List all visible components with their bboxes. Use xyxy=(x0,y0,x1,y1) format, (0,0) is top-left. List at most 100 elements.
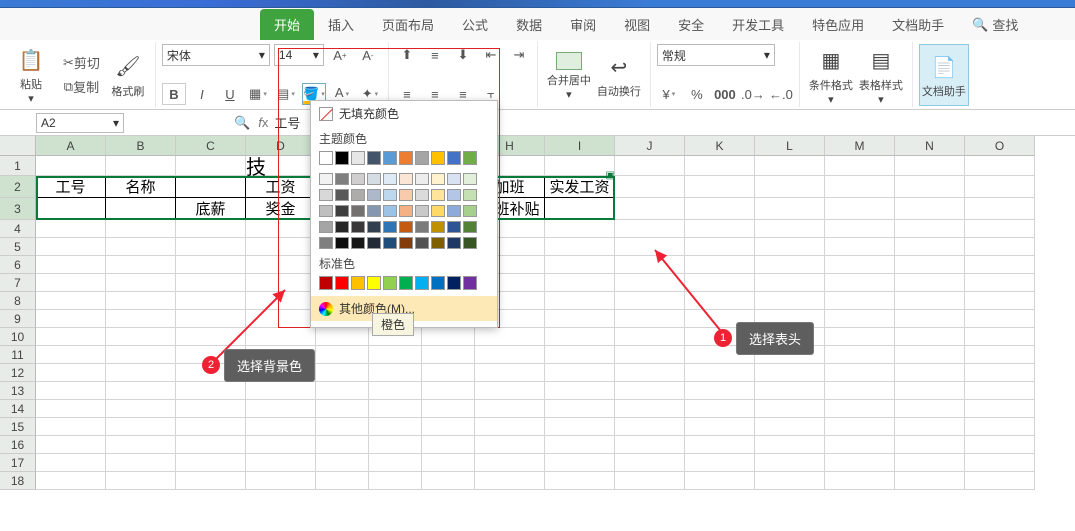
color-swatch[interactable] xyxy=(431,221,445,233)
cell[interactable] xyxy=(895,472,965,490)
cell[interactable]: 工号 xyxy=(36,176,106,198)
cell[interactable] xyxy=(545,238,615,256)
cell[interactable] xyxy=(895,156,965,176)
cell[interactable] xyxy=(316,364,369,382)
cell[interactable] xyxy=(615,436,685,454)
cell[interactable] xyxy=(965,400,1035,418)
color-swatch[interactable] xyxy=(319,151,333,165)
cell[interactable] xyxy=(176,310,246,328)
cell[interactable] xyxy=(825,274,895,292)
color-swatch[interactable] xyxy=(447,237,461,249)
grid-body[interactable]: 1技2工号名称工资加班实发工资3底薪奖金早退加班补贴45678910111213… xyxy=(0,156,1075,490)
cell[interactable] xyxy=(685,436,755,454)
tab-data[interactable]: 数据 xyxy=(502,9,556,40)
cell[interactable] xyxy=(965,156,1035,176)
cell[interactable] xyxy=(246,274,316,292)
cell[interactable] xyxy=(369,346,422,364)
cell[interactable] xyxy=(755,198,825,220)
color-swatch[interactable] xyxy=(399,189,413,201)
cell[interactable] xyxy=(545,418,615,436)
row-header[interactable]: 17 xyxy=(0,454,36,472)
font-name-combo[interactable]: 宋体▾ xyxy=(162,44,270,66)
cell[interactable] xyxy=(545,220,615,238)
row-header[interactable]: 1 xyxy=(0,156,36,176)
color-swatch[interactable] xyxy=(399,237,413,249)
color-swatch[interactable] xyxy=(431,173,445,185)
cell[interactable]: 底薪 xyxy=(176,198,246,220)
color-swatch[interactable] xyxy=(415,237,429,249)
color-swatch[interactable] xyxy=(447,276,461,290)
cell[interactable] xyxy=(615,364,685,382)
color-swatch[interactable] xyxy=(335,221,349,233)
color-swatch[interactable] xyxy=(447,205,461,217)
color-swatch[interactable] xyxy=(415,221,429,233)
cell[interactable] xyxy=(965,346,1035,364)
cell[interactable] xyxy=(895,454,965,472)
row-header[interactable]: 12 xyxy=(0,364,36,382)
cell[interactable] xyxy=(176,176,246,198)
row-header[interactable]: 18 xyxy=(0,472,36,490)
cell[interactable] xyxy=(106,292,176,310)
cell[interactable] xyxy=(965,364,1035,382)
cell[interactable] xyxy=(615,156,685,176)
cell[interactable] xyxy=(825,472,895,490)
cell[interactable] xyxy=(106,274,176,292)
cell[interactable] xyxy=(246,238,316,256)
cell[interactable] xyxy=(36,400,106,418)
cell[interactable] xyxy=(965,418,1035,436)
cell[interactable] xyxy=(316,472,369,490)
color-swatch[interactable] xyxy=(447,173,461,185)
cell[interactable] xyxy=(615,176,685,198)
color-swatch[interactable] xyxy=(367,151,381,165)
cell[interactable] xyxy=(825,364,895,382)
cell[interactable] xyxy=(615,328,685,346)
cell[interactable] xyxy=(106,364,176,382)
cell[interactable] xyxy=(545,256,615,274)
bold-button[interactable]: B xyxy=(162,83,186,105)
row-header[interactable]: 13 xyxy=(0,382,36,400)
cell[interactable] xyxy=(825,454,895,472)
tab-formula[interactable]: 公式 xyxy=(448,9,502,40)
cell[interactable] xyxy=(475,364,545,382)
cell[interactable] xyxy=(685,220,755,238)
cell[interactable] xyxy=(422,364,475,382)
cell[interactable] xyxy=(545,346,615,364)
cell[interactable] xyxy=(615,382,685,400)
cell[interactable] xyxy=(755,364,825,382)
row-header[interactable]: 14 xyxy=(0,400,36,418)
cell[interactable] xyxy=(755,472,825,490)
number-format-combo[interactable]: 常规▾ xyxy=(657,44,775,66)
cell[interactable] xyxy=(895,198,965,220)
color-swatch[interactable] xyxy=(319,173,333,185)
color-swatch[interactable] xyxy=(463,189,477,201)
color-swatch[interactable] xyxy=(447,151,461,165)
cell[interactable] xyxy=(685,382,755,400)
cell-style-button[interactable]: ▤▾ xyxy=(274,83,298,105)
color-swatch[interactable] xyxy=(351,205,365,217)
cell[interactable] xyxy=(825,256,895,274)
no-fill-option[interactable]: 无填充颜色 xyxy=(311,101,497,126)
color-swatch[interactable] xyxy=(463,205,477,217)
wrap-text-button[interactable]: ↩ 自动换行 xyxy=(594,44,644,106)
color-swatch[interactable] xyxy=(351,189,365,201)
cell[interactable] xyxy=(825,310,895,328)
cell[interactable] xyxy=(755,454,825,472)
cell[interactable] xyxy=(106,310,176,328)
cell[interactable] xyxy=(685,238,755,256)
cell[interactable] xyxy=(895,400,965,418)
cell[interactable] xyxy=(685,472,755,490)
cell[interactable] xyxy=(895,328,965,346)
cell[interactable] xyxy=(475,328,545,346)
cell[interactable] xyxy=(106,220,176,238)
paste-button[interactable]: 📋 粘贴 ▾ xyxy=(10,44,52,106)
cell[interactable] xyxy=(615,220,685,238)
cell[interactable] xyxy=(965,198,1035,220)
cell[interactable] xyxy=(36,346,106,364)
cell[interactable] xyxy=(316,328,369,346)
cell[interactable] xyxy=(965,328,1035,346)
cell[interactable] xyxy=(615,292,685,310)
color-swatch[interactable] xyxy=(463,237,477,249)
color-swatch[interactable] xyxy=(319,189,333,201)
cell[interactable] xyxy=(545,382,615,400)
cell[interactable] xyxy=(895,346,965,364)
